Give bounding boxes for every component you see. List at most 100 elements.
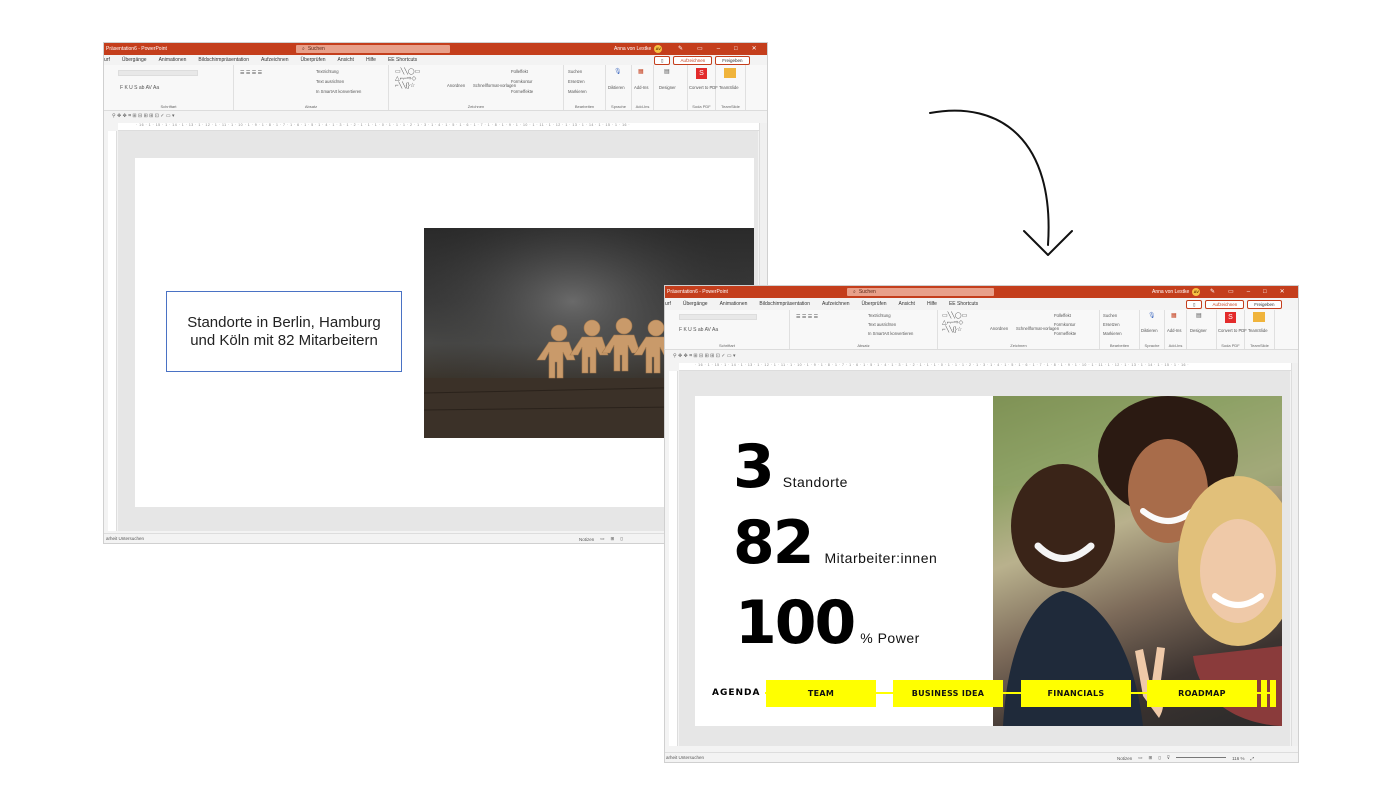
tab-ansicht[interactable]: Ansicht [893,301,921,307]
search-box[interactable]: ⌕ Suchen [296,45,450,53]
tab-entwurf[interactable]: urf [104,57,116,63]
agenda-item-financials[interactable]: FINANCIALS [1021,680,1131,707]
markieren-label[interactable]: Markieren [1103,331,1122,336]
designer-label[interactable]: Designer [1190,328,1207,333]
list-icons[interactable]: ☰ ☰ ☰ ☰ [240,70,262,76]
text-box-standorte[interactable]: Standorte in Berlin, Hamburg und Köln mi… [166,291,402,372]
tab-ansicht[interactable]: Ansicht [332,57,360,63]
shapes-icon[interactable]: ▭╲╲◯▭ △⌐⌐⇨◇ ⌐╲╲{}☆ [395,69,420,90]
search-box[interactable]: ⌕ Suchen [847,288,994,296]
teamslide-icon[interactable] [724,68,736,78]
text-ausrichten-label[interactable]: Text ausrichten [868,322,896,327]
slide-after[interactable]: 3 Standorte 82 Mitarbeiter:innen 100 % P… [695,396,1282,726]
suchen-label[interactable]: Suchen [1103,313,1117,318]
tab-animationen[interactable]: Animationen [714,301,754,307]
bold-italic-icons[interactable]: F K U S ab AV Aa [120,85,159,91]
maximize-icon[interactable]: □ [734,46,738,52]
toolbar-icons[interactable]: ⚲ ✥ ✥ ⌗ ⊞ ⊟ ⊞ ⊞ ⊡ ✓ ▭ ▾ [112,113,175,119]
fuelleffekt-label[interactable]: Fülleffekt [511,69,528,74]
text-ausrichten-label[interactable]: Text ausrichten [316,79,344,84]
toolbar-icons[interactable]: ⚲ ✥ ✥ ⌗ ⊞ ⊟ ⊞ ⊞ ⊡ ✓ ▭ ▾ [673,353,736,359]
share-button[interactable]: Freigeben [1247,300,1282,309]
vertical-scrollbar[interactable] [1291,363,1298,746]
pen-icon[interactable]: ✎ [1210,288,1215,295]
reading-view-icon[interactable]: ▯ [1158,755,1160,761]
fuelleffekt-label[interactable]: Fülleffekt [1054,313,1071,318]
presentation-view-icon[interactable]: ⊽ [1167,755,1170,761]
tab-ee-shortcuts[interactable]: EE Shortcuts [943,301,984,307]
tab-ueberpruefen[interactable]: Überprüfen [856,301,893,307]
smartart-label[interactable]: In SmartArt konvertieren [868,331,913,336]
zoom-level[interactable]: 116 % [1232,756,1244,761]
ersetzen-label[interactable]: Ersetzen [1103,322,1120,327]
status-accessibility[interactable]: arheit Untersuchen [665,755,704,760]
suchen-label[interactable]: Suchen [568,69,582,74]
notes-button[interactable]: Notizen [579,537,594,542]
addins-icon[interactable]: ▦ [638,68,644,75]
pdf-icon[interactable]: S [1225,312,1236,323]
list-icons[interactable]: ☰ ☰ ☰ ☰ [796,314,818,320]
shapes-icon[interactable]: ▭╲╲◯▭ △⌐⌐⇨◇ ⌐╲╲{}☆ [942,313,967,334]
share-button[interactable]: Freigeben [715,56,750,65]
diktieren-label[interactable]: Diktieren [1141,328,1158,333]
zoom-slider[interactable] [1176,756,1227,758]
formkontur-label[interactable]: Formkontur [511,79,532,84]
tab-bildschirmpraesentation[interactable]: Bildschirmpräsentation [192,57,255,63]
reading-view-icon[interactable]: ▯ [620,536,622,542]
minimize-icon[interactable]: – [1247,289,1250,295]
sorter-view-icon[interactable]: ⊞ [611,536,615,542]
teamslide-label[interactable]: TeamSlide [1248,328,1268,333]
record-button[interactable]: Aufzeichnen [673,56,713,65]
designer-icon[interactable]: ▤ [664,68,670,75]
microphone-icon[interactable]: 🎙 [1148,312,1156,319]
layout-icon[interactable]: ▭ [1228,288,1234,295]
schnellformat-label[interactable]: Schnellformat-vorlagen [473,83,516,88]
close-icon[interactable]: ✕ [1280,288,1285,295]
tab-uebergaenge[interactable]: Übergänge [116,57,153,63]
normal-view-icon[interactable]: ▭ [1138,755,1142,761]
layout-icon[interactable]: ▭ [697,45,703,52]
tab-entwurf[interactable]: urf [665,301,677,307]
ersetzen-label[interactable]: Ersetzen [568,79,585,84]
pdf-icon[interactable]: S [696,68,707,79]
status-accessibility[interactable]: arheit Untersuchen [104,536,144,541]
tab-ee-shortcuts[interactable]: EE Shortcuts [382,57,423,63]
smartart-label[interactable]: In SmartArt konvertieren [316,89,361,94]
pen-icon[interactable]: ✎ [678,45,683,52]
tab-hilfe[interactable]: Hilfe [921,301,943,307]
minimize-icon[interactable]: – [717,46,720,52]
record-button[interactable]: Aufzeichnen [1205,300,1245,309]
anordnen-label[interactable]: Anordnen [990,326,1008,331]
formkontur-label[interactable]: Formkontur [1054,322,1075,327]
tab-uebergaenge[interactable]: Übergänge [677,301,714,307]
normal-view-icon[interactable]: ▭ [600,536,604,542]
textrichtung-label[interactable]: Textrichtung [868,313,891,318]
fit-slide-icon[interactable]: ⤢ [1251,756,1255,761]
teamslide-icon[interactable] [1253,312,1265,322]
maximize-icon[interactable]: □ [1263,289,1267,295]
addins-label[interactable]: Add-Ins [634,85,648,90]
agenda-item-team[interactable]: TEAM [766,680,876,707]
designer-label[interactable]: Designer [659,85,676,90]
markieren-label[interactable]: Markieren [568,89,587,94]
user-account[interactable]: Anna von Lestke AV [614,45,663,53]
microphone-icon[interactable]: 🎙 [614,68,622,75]
textrichtung-label[interactable]: Textrichtung [316,69,339,74]
agenda-item-roadmap[interactable]: ROADMAP [1147,680,1257,707]
sorter-view-icon[interactable]: ⊞ [1149,755,1153,761]
schnellformat-label[interactable]: Schnellformat-vorlagen [1016,326,1059,331]
user-account[interactable]: Anna von Lestke AV [1152,288,1201,296]
tab-ueberpruefen[interactable]: Überprüfen [295,57,332,63]
bold-italic-icons[interactable]: F K U S ab AV Aa [679,327,718,333]
addins-icon[interactable]: ▦ [1171,312,1177,319]
anordnen-label[interactable]: Anordnen [447,83,465,88]
convert-label[interactable]: Convert to PDF [1218,328,1247,333]
diktieren-label[interactable]: Diktieren [608,85,625,90]
formeffekte-label[interactable]: Formeffekte [511,89,533,94]
addins-label[interactable]: Add-Ins [1167,328,1181,333]
agenda-item-business-idea[interactable]: BUSINESS IDEA [893,680,1003,707]
tab-aufzeichnen[interactable]: Aufzeichnen [816,301,856,307]
teamslide-label[interactable]: TeamSlide [719,85,739,90]
notes-button[interactable]: Notizen [1117,756,1132,761]
tab-bildschirmpraesentation[interactable]: Bildschirmpräsentation [753,301,816,307]
